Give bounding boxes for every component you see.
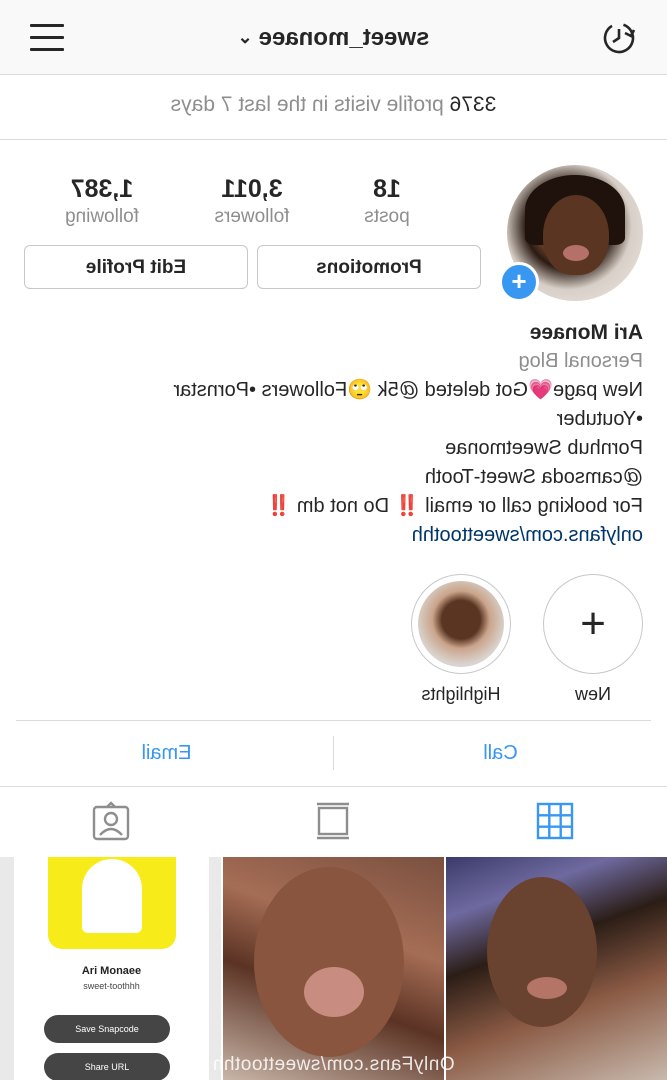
bio-section: Ari Monaee Personal Blog New page💗Got de… xyxy=(23,318,643,550)
profile-visits-banner[interactable]: 3376 profile visits in the last 7 days xyxy=(0,75,667,140)
chevron-down-icon: ⌄ xyxy=(237,27,253,47)
add-story-icon[interactable]: + xyxy=(499,262,539,302)
tagged-icon[interactable] xyxy=(91,801,131,841)
save-snapcode-button: Save Snapcode xyxy=(44,1015,170,1043)
profile-tabs xyxy=(0,786,667,857)
following-count: 1,387 xyxy=(70,175,134,203)
snapcode-card: Ari Monaee sweet-toothhh Save Snapcode S… xyxy=(14,857,209,1080)
feed-icon[interactable] xyxy=(313,801,353,841)
bio-line: •Youtuber xyxy=(556,408,643,430)
snapcode xyxy=(48,857,176,949)
followers-label: followers xyxy=(214,206,290,227)
stat-followers[interactable]: 3,011 followers xyxy=(197,175,307,228)
highlight-new[interactable]: + New xyxy=(543,574,643,705)
stat-posts: 18 posts xyxy=(347,175,427,228)
post-thumbnail[interactable] xyxy=(446,857,667,1080)
followers-count: 3,011 xyxy=(221,175,283,203)
bio-line: New page💗Got deleted @5k 🙄Followers •Por… xyxy=(173,379,643,401)
bio-line: For booking call or email ‼️ Do not dm ‼… xyxy=(266,495,643,517)
bio-link[interactable]: onlyfans.com/sweettoothh xyxy=(23,521,643,550)
profile-name: Ari Monaee xyxy=(529,321,643,344)
plus-icon: + xyxy=(580,599,606,648)
snapcode-name: Ari Monaee xyxy=(81,965,142,977)
highlight-item[interactable]: Highlights xyxy=(411,574,511,705)
highlight-item-label: Highlights xyxy=(421,684,501,704)
post-grid: Ari Monaee sweet-toothhh Save Snapcode S… xyxy=(0,857,667,1080)
top-bar: sweet_monaee⌄ xyxy=(0,0,667,75)
profile-category: Personal Blog xyxy=(518,350,643,372)
visits-count: 3376 xyxy=(449,93,497,116)
email-button[interactable]: Email xyxy=(0,722,333,784)
bio-line: @camsoda Sweet-Tooth xyxy=(424,466,643,488)
divider xyxy=(333,736,334,770)
grid-icon[interactable] xyxy=(535,801,575,841)
watermark-text: OnlyFans.com/sweettoothh xyxy=(212,1054,455,1075)
username-label: sweet_monaee xyxy=(258,24,430,51)
highlight-cover xyxy=(418,581,504,667)
posts-count: 18 xyxy=(373,175,401,203)
visits-text: profile visits in the last 7 days xyxy=(170,93,444,116)
snapcode-user: sweet-toothhh xyxy=(83,981,140,991)
following-label: following xyxy=(65,206,139,227)
posts-label: posts xyxy=(364,206,410,227)
stat-following[interactable]: 1,387 following xyxy=(47,175,157,228)
menu-icon[interactable] xyxy=(30,22,64,54)
promotions-button[interactable]: Promotions xyxy=(257,245,481,289)
divider xyxy=(16,720,651,721)
call-button[interactable]: Call xyxy=(334,722,667,784)
ghost-icon xyxy=(82,859,142,933)
post-thumbnail[interactable]: Ari Monaee sweet-toothhh Save Snapcode S… xyxy=(0,857,221,1080)
post-thumbnail[interactable] xyxy=(223,857,444,1080)
edit-profile-button[interactable]: Edit Profile xyxy=(24,245,248,289)
bio-line: Pornhub Sweetmonae xyxy=(445,437,643,459)
mirrored-screen: sweet_monaee⌄ 3376 profile visits in the… xyxy=(0,0,667,1080)
highlight-new-label: New xyxy=(575,684,612,704)
account-switcher[interactable]: sweet_monaee⌄ xyxy=(0,24,667,52)
